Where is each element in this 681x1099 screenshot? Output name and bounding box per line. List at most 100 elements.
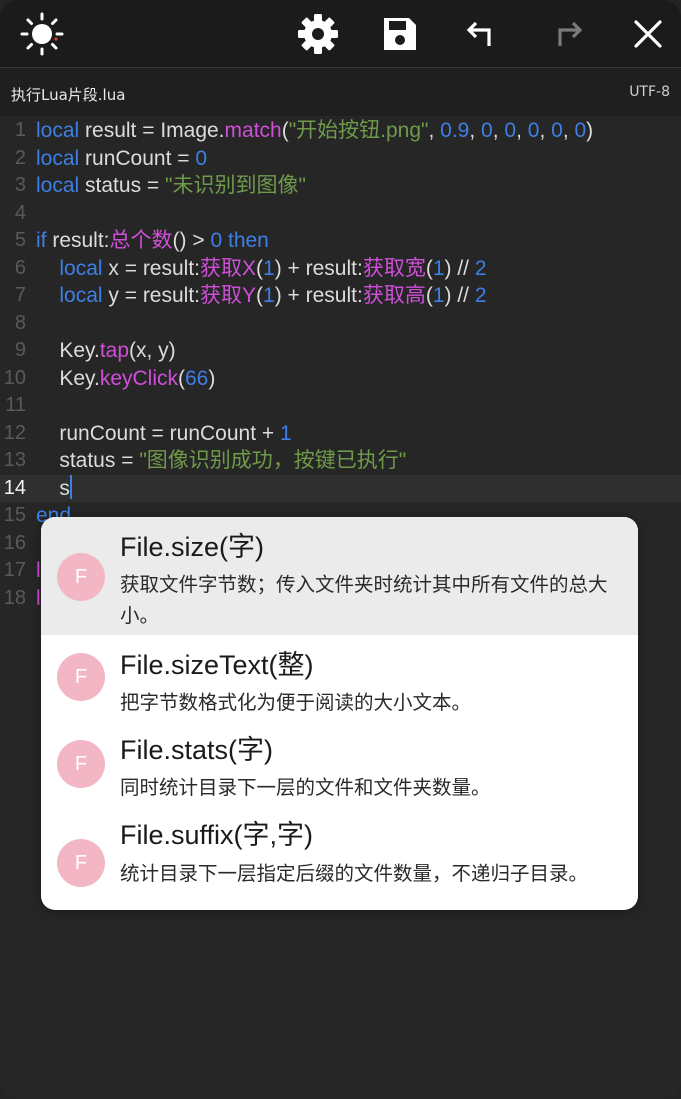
code-token: ) + result: xyxy=(274,256,363,280)
code-line[interactable]: 8 xyxy=(0,310,681,338)
suggestion-item[interactable]: F File.sizeText(整) 把字节数格式化为便于阅读的大小文本。 xyxy=(41,635,638,723)
code-token: 0 xyxy=(527,119,540,142)
suggestion-item[interactable]: F File.suffix(字,字) 统计目录下一层指定后缀的文件数量，不递归子目录… xyxy=(41,809,638,910)
code-text: local result = Image.match("开始按钮.png", 0… xyxy=(36,117,593,145)
code-token: 获取X xyxy=(200,256,257,280)
code-token: , xyxy=(562,119,575,142)
code-text: local x = result:获取X(1) + result:获取宽(1) … xyxy=(36,255,487,283)
code-text: s xyxy=(36,474,72,503)
line-number: 18 xyxy=(3,586,26,609)
save-icon[interactable] xyxy=(372,6,428,62)
undo-icon[interactable] xyxy=(452,6,508,62)
code-text: l xyxy=(36,557,41,585)
code-token: runCount = runCount + xyxy=(36,421,280,445)
redo-icon[interactable] xyxy=(541,6,597,62)
code-token: ) // xyxy=(444,284,475,307)
line-number: 8 xyxy=(14,311,26,334)
encoding-label[interactable]: UTF-8 xyxy=(629,84,670,100)
suggestion-title: File.size(字) xyxy=(120,532,265,562)
code-text: local runCount = 0 xyxy=(36,145,207,173)
file-name[interactable]: 执行Lua片段.lua xyxy=(11,84,125,105)
code-token: result = Image. xyxy=(79,119,225,142)
code-token: Key. xyxy=(36,366,100,390)
code-token: 2 xyxy=(474,256,487,280)
code-token: if xyxy=(36,229,47,252)
code-token: 0 xyxy=(195,146,208,170)
code-token: local xyxy=(36,119,80,142)
code-token: 0 xyxy=(551,119,563,142)
code-text: status = "图像识别成功，按键已执行" xyxy=(36,447,406,475)
code-token: runCount = xyxy=(79,146,196,170)
code-line[interactable]: 13 status = "图像识别成功，按键已执行" xyxy=(0,447,681,475)
code-token: "开始按钮.png" xyxy=(288,119,429,142)
file-info-bar: 执行Lua片段.lua UTF-8 xyxy=(0,67,681,117)
code-line[interactable]: 6 local x = result:获取X(1) + result:获取宽(1… xyxy=(0,255,681,283)
code-line[interactable]: 2 local runCount = 0 xyxy=(0,145,681,173)
code-token: status = xyxy=(79,174,165,197)
code-token: y = result: xyxy=(102,284,200,307)
code-token: ) + result: xyxy=(274,284,363,307)
function-badge-icon: F xyxy=(57,553,105,601)
top-toolbar xyxy=(0,0,681,67)
code-line[interactable]: 11 xyxy=(0,392,681,420)
line-number: 9 xyxy=(14,339,26,361)
settings-icon[interactable] xyxy=(290,6,346,62)
suggestion-item[interactable]: F File.size(字) 获取文件字节数；传入文件夹时统计其中所有文件的总大小。 xyxy=(41,517,638,635)
code-token: , xyxy=(492,119,505,142)
code-token: local xyxy=(36,146,80,170)
code-token: "未识别到图像" xyxy=(165,174,306,197)
code-token: keyClick xyxy=(99,366,178,390)
brightness-icon[interactable] xyxy=(14,6,70,62)
code-token: , xyxy=(516,119,528,142)
line-number: 2 xyxy=(14,146,26,169)
code-token: ) xyxy=(208,366,216,390)
code-line[interactable]: 7 local y = result:获取Y(1) + result:获取高(1… xyxy=(0,282,681,310)
code-token: 0.9 xyxy=(440,119,470,142)
code-line[interactable]: 4 xyxy=(0,200,681,228)
line-number: 11 xyxy=(5,394,26,416)
code-line[interactable]: 12 runCount = runCount + 1 xyxy=(0,420,681,448)
code-text: if result:总个数() > 0 then xyxy=(36,227,269,255)
code-token: local xyxy=(59,284,103,307)
code-line[interactable]: 5 if result:总个数() > 0 then xyxy=(0,227,681,255)
suggestion-title: File.suffix(字,字) xyxy=(120,820,314,850)
code-token: l xyxy=(36,586,41,610)
suggestion-description: 同时统计目录下一层的文件和文件夹数量。 xyxy=(120,776,491,799)
code-line[interactable]: 10 Key.keyClick(66) xyxy=(0,365,681,393)
function-badge-icon: F xyxy=(57,740,105,788)
suggestion-item[interactable]: F File.stats(字) 同时统计目录下一层的文件和文件夹数量。 xyxy=(41,723,638,809)
code-token: 66 xyxy=(185,366,209,390)
code-token: ( xyxy=(256,256,264,280)
code-token: 0 xyxy=(210,229,223,252)
code-token: 总个数 xyxy=(109,229,173,252)
code-token: ) // xyxy=(444,256,475,280)
line-number: 5 xyxy=(14,229,26,251)
code-line[interactable]: 3 local status = "未识别到图像" xyxy=(0,172,681,200)
code-text: Key.tap(x, y) xyxy=(36,337,175,365)
code-token: , xyxy=(539,119,552,142)
line-number: 12 xyxy=(3,421,26,444)
autocomplete-popup: F File.size(字) 获取文件字节数；传入文件夹时统计其中所有文件的总大小。… xyxy=(41,517,638,910)
code-line[interactable]: 14 s xyxy=(0,474,681,503)
code-token: 2 xyxy=(474,284,487,307)
code-token: 获取高 xyxy=(362,284,426,307)
code-token: 获取Y xyxy=(200,284,257,307)
line-number: 3 xyxy=(14,174,26,196)
code-token: ( xyxy=(256,284,264,307)
code-token: ( xyxy=(425,256,433,280)
code-token: 1 xyxy=(432,256,445,280)
code-token: result: xyxy=(46,229,110,252)
code-token: s xyxy=(36,476,70,500)
close-icon[interactable] xyxy=(620,6,676,62)
code-line[interactable]: 9 Key.tap(x, y) xyxy=(0,337,681,365)
code-text: runCount = runCount + 1 xyxy=(36,420,291,448)
code-line[interactable]: 1 local result = Image.match("开始按钮.png", … xyxy=(0,117,681,145)
function-badge-icon: F xyxy=(57,653,105,701)
suggestion-title: File.stats(字) xyxy=(120,735,274,765)
code-token: "图像识别成功，按键已执行" xyxy=(139,449,407,472)
code-text: local status = "未识别到图像" xyxy=(36,172,306,200)
line-number: 16 xyxy=(3,531,26,554)
code-token: ( xyxy=(281,119,289,142)
